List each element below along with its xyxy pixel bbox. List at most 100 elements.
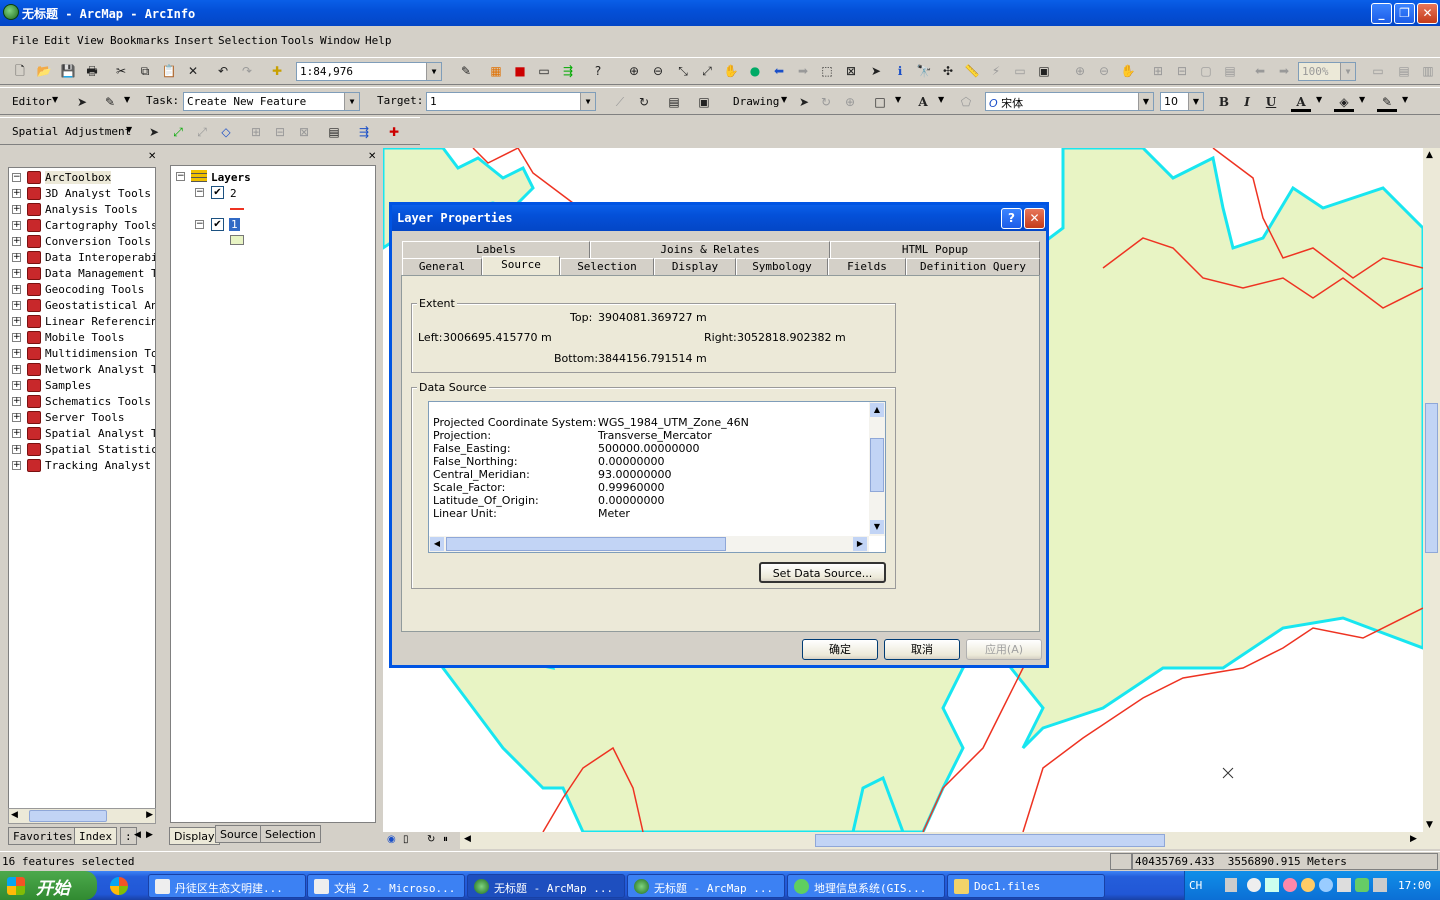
cancel-button[interactable]: 取消 <box>884 639 960 660</box>
command-line-icon[interactable]: ▭ <box>534 61 554 81</box>
menu-help[interactable]: Help <box>365 34 392 47</box>
menu-tools[interactable]: Tools <box>281 34 314 47</box>
tab-selection[interactable]: Selection <box>260 825 321 843</box>
rotate-tool-icon[interactable]: ↻ <box>634 92 654 112</box>
paste-icon[interactable]: 📋 <box>159 61 179 81</box>
window-title-bar[interactable]: 无标题 - ArcMap - ArcInfo _ ❐ ✕ <box>0 0 1440 26</box>
identify-icon[interactable]: ℹ <box>890 61 910 81</box>
tab-fields[interactable]: Fields <box>828 258 906 275</box>
scroll-right-icon[interactable]: ▶ <box>853 537 867 551</box>
toolbox-item[interactable]: + Network Analyst T <box>9 362 155 378</box>
set-data-source-button[interactable]: Set Data Source... <box>759 562 886 583</box>
menu-file[interactable]: File <box>12 34 39 47</box>
identity-link-icon[interactable]: ⊞ <box>246 122 266 142</box>
toolbox-item[interactable]: + Mobile Tools <box>9 330 155 346</box>
chevron-down-icon[interactable]: ▼ <box>781 95 787 104</box>
layout-pan-icon[interactable]: ✋ <box>1118 61 1138 81</box>
change-layout-icon[interactable]: ▤ <box>1394 61 1414 81</box>
expand-icon[interactable]: + <box>12 285 21 294</box>
scroll-right-icon[interactable]: ▶ <box>146 810 153 820</box>
tab-favorites[interactable]: Favorites <box>8 827 78 845</box>
edge-match-icon[interactable]: ⊠ <box>294 122 314 142</box>
go-to-xy-icon[interactable]: ✣ <box>938 61 958 81</box>
task-combo[interactable]: Create New Feature ▼ <box>183 92 360 111</box>
save-icon[interactable]: 💾 <box>58 61 78 81</box>
tab-display[interactable]: Display <box>654 258 736 275</box>
chevron-down-icon[interactable]: ▼ <box>126 125 132 134</box>
taskbar-item-folder[interactable]: Doc1.files <box>947 874 1105 898</box>
scroll-thumb[interactable] <box>1425 403 1438 553</box>
layout-zoom-combo[interactable]: 100% ▼ <box>1298 62 1356 81</box>
taskbar-item-word-1[interactable]: 丹徒区生态文明建... <box>148 874 306 898</box>
zoom-whole-page-icon[interactable]: ▢ <box>1196 61 1216 81</box>
forward-icon[interactable]: ➡ <box>793 61 813 81</box>
toolbox-item[interactable]: + Linear Referencin <box>9 314 155 330</box>
select-elements-icon[interactable]: ➤ <box>866 61 886 81</box>
scroll-left-icon[interactable]: ◀ <box>11 810 18 820</box>
shield-icon[interactable] <box>1355 878 1369 892</box>
textbox-hscroll[interactable]: ◀ ▶ <box>429 536 869 552</box>
map-vscroll[interactable]: ▲ ▼ <box>1423 148 1440 832</box>
tray-icon-5[interactable] <box>1301 878 1315 892</box>
toolbox-item[interactable]: + Cartography Tools <box>9 218 155 234</box>
scroll-thumb[interactable] <box>29 810 107 822</box>
expand-icon[interactable]: + <box>12 301 21 310</box>
chevron-down-icon[interactable]: ▼ <box>938 95 944 104</box>
toolbox-item[interactable]: + Data Interoperabi <box>9 250 155 266</box>
map-tips-icon[interactable]: ▣ <box>1034 61 1054 81</box>
apply-button[interactable]: 应用(A) <box>966 639 1042 660</box>
layer-name-selected[interactable]: 1 <box>229 218 240 231</box>
collapse-icon[interactable]: − <box>195 220 204 229</box>
close-icon[interactable]: ✕ <box>368 151 376 162</box>
attribute-transfer-icon[interactable]: ⇶ <box>354 122 374 142</box>
chevron-down-icon[interactable]: ▼ <box>124 95 130 104</box>
close-button[interactable]: ✕ <box>1417 3 1438 24</box>
tray-icon-4[interactable] <box>1283 878 1297 892</box>
layer-name[interactable]: 2 <box>230 187 237 200</box>
tab-index[interactable]: Index <box>74 827 118 845</box>
data-frame-label[interactable]: Layers <box>211 171 251 184</box>
pause-drawing-icon[interactable]: ⏸ <box>443 834 448 845</box>
chevron-down-icon[interactable]: ▼ <box>1316 95 1322 104</box>
ok-button[interactable]: 确定 <box>802 639 878 660</box>
close-icon[interactable]: ✕ <box>148 151 156 162</box>
limited-adjustment-icon[interactable]: ⊟ <box>270 122 290 142</box>
scroll-up-icon[interactable]: ▲ <box>870 403 884 417</box>
tab-source[interactable]: Source <box>482 256 560 275</box>
scroll-left-icon[interactable]: ◀ <box>464 834 471 844</box>
copy-icon[interactable]: ⧉ <box>135 61 155 81</box>
fill-color-icon[interactable]: ◈ <box>1334 92 1354 112</box>
tab-general[interactable]: General <box>402 258 482 275</box>
zoom-in-icon[interactable]: ⊕ <box>624 61 644 81</box>
edit-vertices-icon[interactable]: ⬠ <box>956 92 976 112</box>
multi-displacement-icon[interactable]: ◇ <box>216 122 236 142</box>
layer-visibility-checkbox[interactable]: ✔ <box>211 186 224 199</box>
font-combo[interactable]: O 宋体 ▼ <box>985 92 1154 111</box>
toolbox-item[interactable]: + Tracking Analyst <box>9 458 155 474</box>
bold-button[interactable]: B <box>1214 92 1234 112</box>
toolbox-item[interactable]: + Analysis Tools <box>9 202 155 218</box>
select-elements-icon[interactable]: ➤ <box>144 122 164 142</box>
help-button[interactable]: ? <box>1001 208 1022 229</box>
menu-view[interactable]: View <box>77 34 104 47</box>
start-button[interactable]: 开始 <box>0 871 97 900</box>
view-link-table-icon[interactable]: ▤ <box>324 122 344 142</box>
scroll-up-icon[interactable]: ▲ <box>1426 150 1433 160</box>
new-displacement-link-icon[interactable]: ⤢ <box>168 122 188 142</box>
layout-fixed-zoom-out-icon[interactable]: ⊟ <box>1172 61 1192 81</box>
tab-selection[interactable]: Selection <box>560 258 654 275</box>
redo-icon[interactable]: ↷ <box>237 61 257 81</box>
chevron-down-icon[interactable]: ▼ <box>1402 95 1408 104</box>
toolbox-item[interactable]: +3D Analyst Tools <box>9 186 155 202</box>
scroll-thumb[interactable] <box>870 438 884 492</box>
expand-icon[interactable]: + <box>12 205 21 214</box>
layer-visibility-checkbox[interactable]: ✔ <box>211 218 224 231</box>
open-icon[interactable]: 📂 <box>34 61 54 81</box>
print-icon[interactable]: 🖶 <box>82 61 102 81</box>
chevron-down-icon[interactable]: ▼ <box>1138 93 1153 110</box>
expand-icon[interactable]: + <box>12 221 21 230</box>
scroll-thumb[interactable] <box>446 537 726 551</box>
line-symbol[interactable] <box>230 208 244 210</box>
tab-source[interactable]: Source <box>215 825 263 843</box>
chevron-down-icon[interactable]: ▼ <box>580 93 595 110</box>
